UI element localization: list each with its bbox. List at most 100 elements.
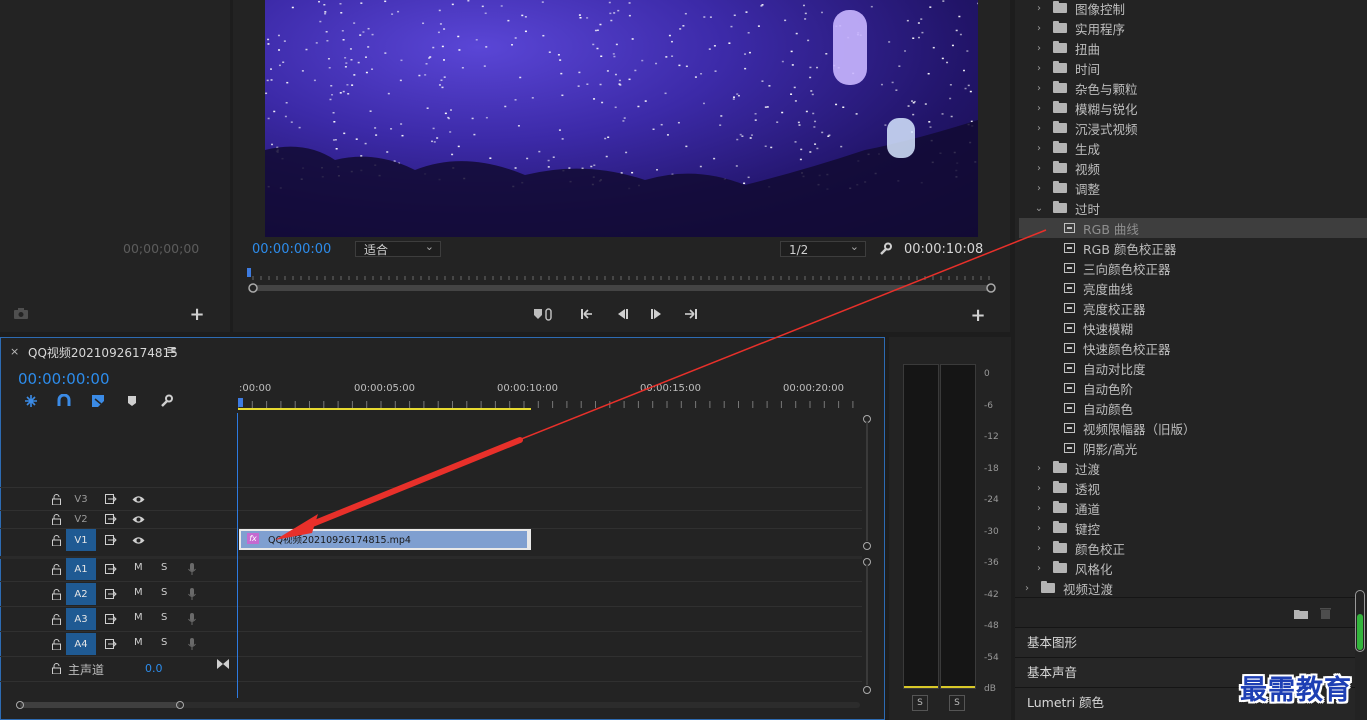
lock-icon[interactable] (50, 587, 62, 601)
chevron-right-icon[interactable]: › (1033, 163, 1045, 174)
effect-item[interactable]: 亮度曲线 (1019, 278, 1367, 298)
chevron-right-icon[interactable]: › (1033, 543, 1045, 554)
mute-button[interactable]: M (134, 612, 143, 623)
effects-folder[interactable]: › 键控 (1019, 518, 1363, 538)
chevron-right-icon[interactable]: › (1033, 183, 1045, 194)
effect-item[interactable]: 视频限幅器（旧版） (1019, 418, 1367, 438)
chevron-right-icon[interactable]: › (1033, 143, 1045, 154)
eye-visibility-icon[interactable] (130, 512, 146, 526)
eye-visibility-icon[interactable] (130, 492, 146, 506)
program-timecode[interactable]: 00:00:00:00 (252, 242, 331, 257)
chevron-right-icon[interactable]: › (1033, 123, 1045, 134)
solo-left-button[interactable]: S (912, 695, 928, 711)
timeline-settings-wrench-icon[interactable] (157, 393, 175, 409)
track-label-a3[interactable]: A3 (66, 608, 96, 630)
h-scroll-thumb[interactable] (20, 702, 180, 708)
effect-item[interactable]: 快速模糊 (1019, 318, 1367, 338)
effect-item[interactable]: 阴影/高光 (1019, 438, 1367, 458)
microphone-icon[interactable] (186, 612, 198, 626)
step-forward-icon[interactable] (648, 305, 666, 323)
v-scrollbar-video[interactable] (866, 421, 868, 541)
chevron-right-icon[interactable]: › (1021, 583, 1033, 594)
solo-button[interactable]: S (161, 587, 167, 598)
mute-button[interactable]: M (134, 637, 143, 648)
effects-folder[interactable]: › 生成 (1019, 138, 1363, 158)
microphone-icon[interactable] (186, 562, 198, 576)
video-clip[interactable]: fx QQ视频20210926174815.mp4 (241, 531, 527, 548)
effect-item[interactable]: 自动颜色 (1019, 398, 1367, 418)
sync-lock-icon[interactable] (104, 562, 118, 576)
effects-folder[interactable]: › 模糊与锐化 (1019, 98, 1363, 118)
fit-dropdown[interactable]: 适合 (355, 239, 441, 257)
effects-folder[interactable]: › 透视 (1019, 478, 1363, 498)
track-label-v2[interactable]: V2 (66, 510, 96, 528)
chevron-right-icon[interactable]: › (1033, 483, 1045, 494)
master-volume-value[interactable]: 0.0 (145, 662, 163, 675)
lock-icon[interactable] (50, 637, 62, 651)
solo-button[interactable]: S (161, 612, 167, 623)
effects-folder[interactable]: › 调整 (1019, 178, 1363, 198)
track-label-v1[interactable]: V1 (66, 529, 96, 551)
track-label-a1[interactable]: A1 (66, 558, 96, 580)
nest-sequence-icon[interactable] (22, 393, 40, 409)
microphone-icon[interactable] (186, 637, 198, 651)
effect-item[interactable]: 自动对比度 (1019, 358, 1367, 378)
mute-button[interactable]: M (134, 562, 143, 573)
chevron-right-icon[interactable]: › (1033, 463, 1045, 474)
sync-lock-icon[interactable] (104, 612, 118, 626)
effects-folder[interactable]: › 视频 (1019, 158, 1363, 178)
effect-item[interactable]: RGB 颜色校正器 (1019, 238, 1367, 258)
add-button-plus-icon[interactable]: + (188, 304, 206, 325)
effects-folder[interactable]: ⌄ 过时 (1019, 198, 1363, 218)
go-to-in-icon[interactable] (578, 305, 596, 323)
effects-folder[interactable]: › 杂色与颗粒 (1019, 78, 1363, 98)
effect-item[interactable]: 自动色阶 (1019, 378, 1367, 398)
effect-item[interactable]: RGB 曲线 (1019, 218, 1367, 238)
chevron-right-icon[interactable]: › (1033, 83, 1045, 94)
sync-lock-icon[interactable] (104, 587, 118, 601)
export-frame-icon[interactable] (532, 305, 556, 323)
chevron-right-icon[interactable]: › (1033, 103, 1045, 114)
sync-lock-icon[interactable] (104, 512, 118, 526)
master-lock-icon[interactable] (50, 661, 62, 675)
snap-magnet-icon[interactable] (55, 393, 73, 409)
sync-lock-icon[interactable] (104, 533, 118, 547)
close-tab-icon[interactable]: × (10, 345, 19, 358)
lock-icon[interactable] (50, 492, 62, 506)
v-scroll-video-bottom-handle[interactable] (863, 542, 871, 550)
wrench-settings-icon[interactable] (876, 241, 894, 257)
lock-icon[interactable] (50, 533, 62, 547)
resolution-dropdown[interactable]: 1/2 (780, 239, 866, 257)
v-scrollbar-audio[interactable] (866, 565, 868, 685)
chevron-right-icon[interactable]: › (1033, 503, 1045, 514)
chevron-right-icon[interactable]: › (1033, 523, 1045, 534)
program-add-button-plus-icon[interactable]: + (969, 305, 987, 326)
effects-folder[interactable]: › 扭曲 (1019, 38, 1363, 58)
effects-folder[interactable]: › 图像控制 (1019, 0, 1363, 18)
chevron-right-icon[interactable]: › (1033, 43, 1045, 54)
h-scroll-left-handle[interactable] (16, 701, 24, 709)
sync-lock-icon[interactable] (104, 492, 118, 506)
solo-right-button[interactable]: S (949, 695, 965, 711)
solo-button[interactable]: S (161, 562, 167, 573)
effect-item[interactable]: 三向颜色校正器 (1019, 258, 1367, 278)
panel-menu-icon[interactable]: ≡ (166, 343, 177, 358)
effects-folder[interactable]: › 过渡 (1019, 458, 1363, 478)
effects-folder[interactable]: › 沉浸式视频 (1019, 118, 1363, 138)
effects-folder[interactable]: › 实用程序 (1019, 18, 1363, 38)
track-label-a4[interactable]: A4 (66, 633, 96, 655)
step-back-icon[interactable] (613, 305, 631, 323)
lock-icon[interactable] (50, 562, 62, 576)
h-scroll-right-handle[interactable] (176, 701, 184, 709)
chevron-right-icon[interactable]: › (1033, 563, 1045, 574)
effects-folder[interactable]: › 通道 (1019, 498, 1363, 518)
camera-icon[interactable] (12, 305, 30, 321)
effects-scrollbar-thumb[interactable] (1355, 590, 1365, 652)
playhead-line[interactable] (237, 413, 238, 698)
track-label-a2[interactable]: A2 (66, 583, 96, 605)
eye-visibility-icon[interactable] (130, 533, 146, 547)
sequence-tab-label[interactable]: QQ视频20210926174815 (28, 344, 178, 361)
add-marker-icon[interactable] (123, 393, 141, 409)
solo-button[interactable]: S (161, 637, 167, 648)
effects-folder[interactable]: › 风格化 (1019, 558, 1363, 578)
